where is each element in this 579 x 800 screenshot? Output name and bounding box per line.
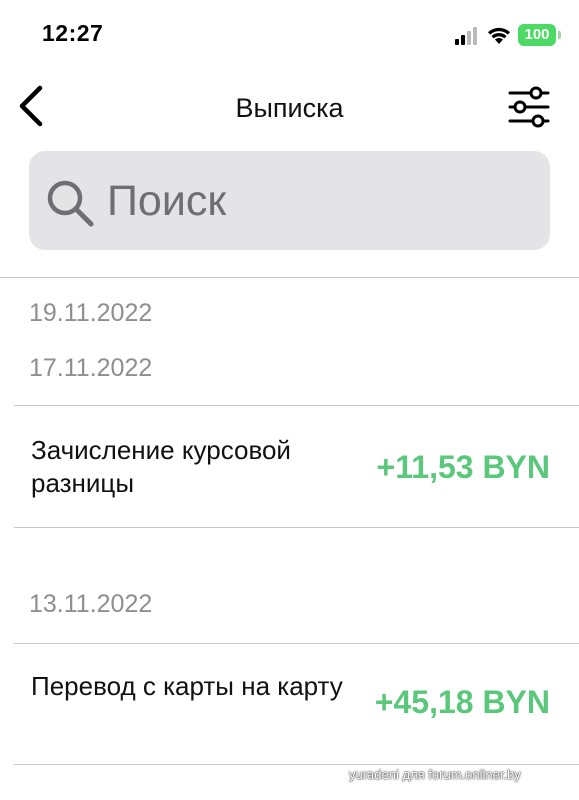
signal-icon	[455, 27, 477, 45]
transaction-amount: +45,18 BYN	[374, 684, 550, 720]
watermark: yuradeni для forum.onliner.by	[349, 767, 521, 782]
battery-tip	[558, 31, 561, 39]
nav-bar: Выписка	[0, 70, 579, 145]
search-placeholder: Поиск	[107, 177, 227, 225]
date-header: 17.11.2022	[29, 354, 153, 382]
divider	[14, 764, 579, 765]
divider	[0, 277, 579, 278]
transaction-description: Зачисление курсовой разницы	[31, 435, 291, 498]
transaction-row[interactable]: Зачисление курсовой разницы +11,53 BYN	[0, 410, 579, 528]
search-icon	[47, 180, 94, 227]
search-input[interactable]: Поиск	[29, 151, 550, 250]
divider	[14, 527, 579, 528]
date-header: 13.11.2022	[29, 590, 153, 618]
divider	[14, 405, 579, 406]
battery-icon: 100	[518, 24, 556, 46]
transaction-row[interactable]: Перевод с карты на карту +45,18 BYN	[0, 648, 579, 766]
sliders-icon[interactable]	[506, 85, 552, 129]
status-time: 12:27	[42, 20, 104, 46]
wifi-icon	[488, 27, 510, 44]
divider	[14, 643, 579, 644]
status-bar: 12:27 100	[0, 0, 579, 70]
transaction-description: Перевод с карты на карту	[31, 671, 343, 701]
date-header: 19.11.2022	[29, 299, 153, 327]
page-title: Выписка	[235, 93, 344, 123]
transaction-amount: +11,53 BYN	[376, 449, 550, 485]
